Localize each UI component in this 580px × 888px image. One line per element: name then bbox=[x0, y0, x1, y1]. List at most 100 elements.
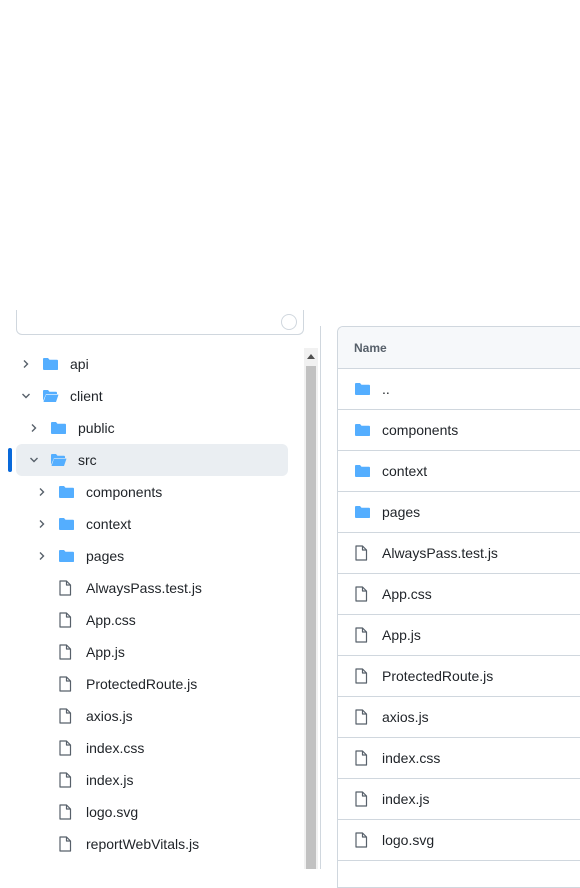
listing-row-name[interactable]: axios.js bbox=[382, 709, 429, 725]
file-icon bbox=[58, 612, 76, 628]
folder-icon bbox=[354, 504, 372, 520]
tree-item-client[interactable]: client bbox=[0, 380, 300, 412]
scrollbar-thumb[interactable] bbox=[306, 366, 316, 869]
folder-icon bbox=[354, 422, 372, 438]
listing-row-name[interactable]: ProtectedRoute.js bbox=[382, 668, 493, 684]
tree-item-label: App.css bbox=[86, 612, 136, 628]
tree-item-label: api bbox=[70, 356, 89, 372]
tree-item-label: index.js bbox=[86, 772, 134, 788]
file-icon bbox=[58, 836, 76, 852]
file-icon bbox=[354, 832, 372, 848]
listing-row-name[interactable]: index.js bbox=[382, 791, 429, 807]
listing-row[interactable]: App.js bbox=[338, 615, 580, 656]
listing-row[interactable]: AlwaysPass.test.js bbox=[338, 533, 580, 574]
file-icon bbox=[354, 791, 372, 807]
tree-item-src[interactable]: src bbox=[0, 444, 300, 476]
folder-icon bbox=[50, 420, 68, 436]
listing-row[interactable]: axios.js bbox=[338, 697, 580, 738]
listing-row[interactable]: ProtectedRoute.js bbox=[338, 656, 580, 697]
tree-item-app-css[interactable]: App.css bbox=[0, 604, 300, 636]
listing-row-name[interactable]: components bbox=[382, 422, 458, 438]
chevron-down-icon[interactable] bbox=[26, 452, 42, 468]
tree-item-label: src bbox=[78, 452, 97, 468]
listing-row-name[interactable]: App.js bbox=[382, 627, 421, 643]
tree-item-label: client bbox=[70, 388, 103, 404]
tree-item-label: axios.js bbox=[86, 708, 133, 724]
tree-item-pages[interactable]: pages bbox=[0, 540, 300, 572]
folder-icon bbox=[58, 548, 76, 564]
listing-row[interactable]: .. bbox=[338, 369, 580, 410]
listing-row[interactable]: App.css bbox=[338, 574, 580, 615]
file-tree-sidebar: api client public src components context pages… bbox=[0, 310, 320, 869]
listing-row[interactable]: components bbox=[338, 410, 580, 451]
file-icon bbox=[354, 586, 372, 602]
tree-item-api[interactable]: api bbox=[0, 348, 300, 380]
file-icon bbox=[58, 708, 76, 724]
listing-row[interactable]: pages bbox=[338, 492, 580, 533]
file-icon bbox=[354, 709, 372, 725]
folder-icon bbox=[42, 356, 60, 372]
listing-row[interactable]: index.css bbox=[338, 738, 580, 779]
listing-row-name[interactable]: App.css bbox=[382, 586, 432, 602]
listing-row[interactable]: logo.svg bbox=[338, 820, 580, 861]
tree-item-components[interactable]: components bbox=[0, 476, 300, 508]
folder-open-icon bbox=[50, 452, 68, 468]
tree-item-context[interactable]: context bbox=[0, 508, 300, 540]
chevron-right-icon[interactable] bbox=[26, 420, 42, 436]
file-icon bbox=[58, 772, 76, 788]
file-icon bbox=[58, 804, 76, 820]
file-tree: api client public src components context pages… bbox=[0, 348, 300, 860]
file-icon bbox=[58, 580, 76, 596]
folder-icon bbox=[58, 516, 76, 532]
chevron-right-icon[interactable] bbox=[34, 516, 50, 532]
tree-item-label: AlwaysPass.test.js bbox=[86, 580, 202, 596]
clear-icon[interactable] bbox=[281, 314, 297, 330]
tree-item-index-js[interactable]: index.js bbox=[0, 764, 300, 796]
tree-item-label: logo.svg bbox=[86, 804, 139, 820]
tree-item-alwayspass-test-js[interactable]: AlwaysPass.test.js bbox=[0, 572, 300, 604]
chevron-right-icon[interactable] bbox=[34, 548, 50, 564]
listing-row-name[interactable]: pages bbox=[382, 504, 420, 520]
tree-item-label: ProtectedRoute.js bbox=[86, 676, 198, 692]
tree-item-reportwebvitals-js[interactable]: reportWebVitals.js bbox=[0, 828, 300, 860]
file-icon bbox=[58, 676, 76, 692]
tree-item-label: reportWebVitals.js bbox=[86, 836, 200, 852]
column-header-name: Name bbox=[338, 327, 580, 369]
tree-item-label: public bbox=[78, 420, 115, 436]
listing-row[interactable]: context bbox=[338, 451, 580, 492]
file-listing-table: Name .. components context pages AlwaysPass.… bbox=[337, 326, 580, 888]
folder-icon bbox=[354, 463, 372, 479]
listing-row-name[interactable]: index.css bbox=[382, 750, 440, 766]
file-icon bbox=[354, 627, 372, 643]
file-icon bbox=[58, 644, 76, 660]
chevron-right-icon[interactable] bbox=[18, 356, 34, 372]
file-icon bbox=[58, 740, 76, 756]
listing-row-name[interactable]: AlwaysPass.test.js bbox=[382, 545, 498, 561]
folder-icon bbox=[58, 484, 76, 500]
listing-row-name[interactable]: logo.svg bbox=[382, 832, 434, 848]
listing-row-name[interactable]: .. bbox=[382, 381, 390, 397]
tree-item-label: App.js bbox=[86, 644, 125, 660]
file-icon bbox=[354, 750, 372, 766]
folder-open-icon bbox=[42, 388, 60, 404]
folder-icon bbox=[354, 381, 372, 397]
tree-item-label: index.css bbox=[86, 740, 145, 756]
tree-item-label: context bbox=[86, 516, 132, 532]
tree-item-logo-svg[interactable]: logo.svg bbox=[0, 796, 300, 828]
tree-item-app-js[interactable]: App.js bbox=[0, 636, 300, 668]
listing-row[interactable]: index.js bbox=[338, 779, 580, 820]
listing-row-name[interactable]: context bbox=[382, 463, 427, 479]
file-search-input[interactable] bbox=[16, 310, 304, 335]
tree-item-public[interactable]: public bbox=[0, 412, 300, 444]
file-icon bbox=[354, 668, 372, 684]
scroll-up-arrow-icon[interactable] bbox=[304, 348, 318, 364]
tree-item-protectedroute-js[interactable]: ProtectedRoute.js bbox=[0, 668, 300, 700]
chevron-right-icon[interactable] bbox=[34, 484, 50, 500]
tree-item-label: components bbox=[86, 484, 163, 500]
tree-item-label: pages bbox=[86, 548, 125, 564]
file-icon bbox=[354, 545, 372, 561]
tree-item-index-css[interactable]: index.css bbox=[0, 732, 300, 764]
pane-divider[interactable] bbox=[320, 326, 321, 869]
tree-item-axios-js[interactable]: axios.js bbox=[0, 700, 300, 732]
chevron-down-icon[interactable] bbox=[18, 388, 34, 404]
